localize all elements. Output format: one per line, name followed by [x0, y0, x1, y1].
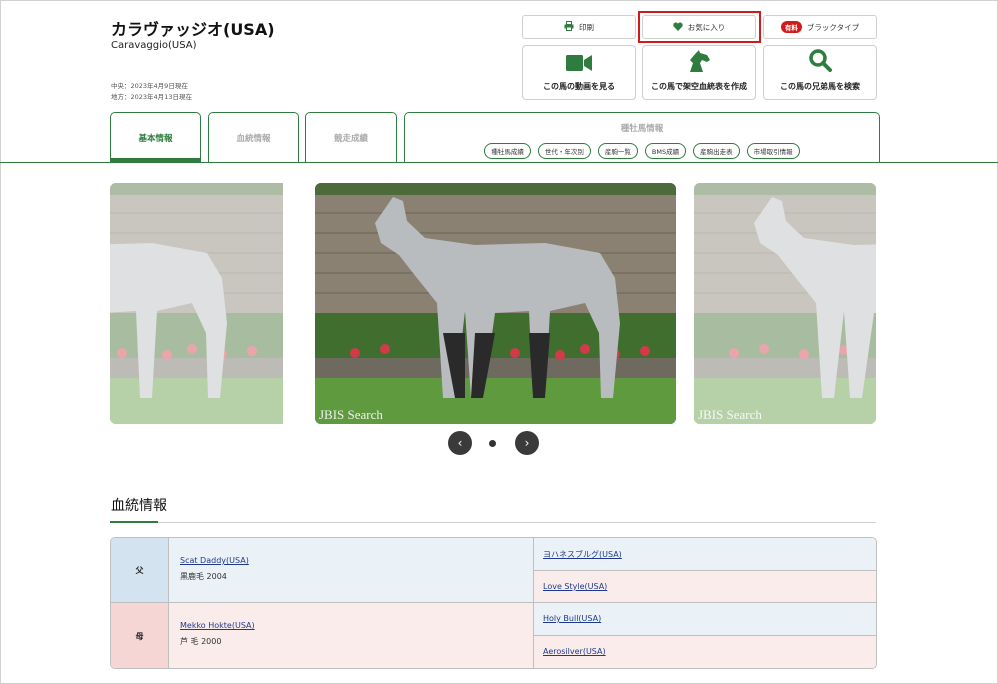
dam-role-cell: 母 [111, 603, 169, 668]
sire-role-label: 父 [135, 565, 144, 575]
stallion-link-generation[interactable]: 世代・年次別 [537, 143, 591, 159]
printer-icon [564, 21, 574, 33]
granddam-paternal-cell: Love Style(USA) [534, 571, 876, 603]
tab-race-results[interactable]: 競走成績 [305, 112, 397, 163]
grandsire-maternal-link[interactable]: Holy Bull(USA) [543, 614, 601, 623]
date-central: 中央：2023年4月9日現在 [111, 82, 188, 90]
dam-info: 芦 毛 2000 [180, 637, 222, 646]
video-label: この馬の動画を見る [543, 82, 615, 91]
horse-photo-prev[interactable] [110, 183, 298, 424]
blacktype-label: ブラックタイプ [806, 22, 860, 32]
siblings-label: この馬の兄弟馬を検索 [780, 82, 860, 91]
dam-role-label: 母 [135, 632, 144, 641]
grandsire-paternal-link[interactable]: ヨハネスブルグ(USA) [543, 550, 622, 559]
gallery-prev-button[interactable]: ‹ [448, 431, 472, 455]
stallion-link-market[interactable]: 市場取引情報 [746, 143, 800, 159]
horse-photo-next[interactable]: JBIS Search [694, 183, 876, 424]
horse-name-en: Caravaggio(USA) [111, 40, 197, 51]
blacktype-button[interactable]: 有料 ブラックタイプ [763, 15, 877, 39]
tab-bloodline-info[interactable]: 血統情報 [208, 112, 299, 163]
sire-info: 黒鹿毛 2004 [180, 572, 227, 581]
section-rule-accent [110, 521, 158, 523]
section-rule [110, 522, 876, 523]
favorite-highlight-box [638, 11, 761, 43]
stallion-link-offspring[interactable]: 産駒一覧 [597, 143, 638, 159]
gallery-dot[interactable] [489, 440, 496, 447]
tab-stallion-info[interactable]: 種牡馬情報 種牡馬成績 世代・年次別 産駒一覧 BMS成績 産駒出走表 市場取引… [404, 112, 880, 163]
horse-head-icon [687, 50, 711, 74]
search-icon [808, 48, 832, 74]
video-camera-icon [566, 54, 592, 74]
granddam-paternal-link[interactable]: Love Style(USA) [543, 582, 607, 591]
dam-link[interactable]: Mekko Hokte(USA) [180, 621, 533, 630]
sire-cell: Scat Daddy(USA) 黒鹿毛 2004 [169, 538, 534, 603]
grandsire-paternal-cell: ヨハネスブルグ(USA) [534, 538, 876, 571]
stallion-link-entries[interactable]: 産駒出走表 [693, 143, 740, 159]
dam-cell: Mekko Hokte(USA) 芦 毛 2000 [169, 603, 534, 668]
tab-baseline [0, 162, 998, 163]
tab-stallion-label: 種牡馬情報 [620, 124, 664, 134]
sire-role-cell: 父 [111, 538, 169, 603]
horse-name: カラヴァッジオ(USA) [111, 20, 275, 39]
pedigree-section-title: 血統情報 [111, 498, 167, 514]
photo-watermark-next: JBIS Search [698, 407, 762, 422]
granddam-maternal-cell: Aerosilver(USA) [534, 636, 876, 668]
tab-race-label: 競走成績 [333, 134, 368, 144]
siblings-search-button[interactable]: この馬の兄弟馬を検索 [763, 45, 877, 100]
stallion-link-bms[interactable]: BMS成績 [644, 143, 687, 159]
chevron-right-icon: › [524, 436, 530, 450]
video-button[interactable]: この馬の動画を見る [522, 45, 636, 100]
print-button[interactable]: 印刷 [522, 15, 636, 39]
tab-basic-info[interactable]: 基本情報 [110, 112, 201, 163]
sire-link[interactable]: Scat Daddy(USA) [180, 556, 533, 565]
print-label: 印刷 [579, 22, 594, 32]
stallion-links: 種牡馬成績 世代・年次別 産駒一覧 BMS成績 産駒出走表 市場取引情報 [484, 143, 800, 159]
grandsire-maternal-cell: Holy Bull(USA) [534, 603, 876, 636]
virtual-pedigree-button[interactable]: この馬で架空血統表を作成 [642, 45, 756, 100]
pedigree-table: 父 Scat Daddy(USA) 黒鹿毛 2004 母 Mekko Hokte… [110, 537, 877, 669]
virtual-pedigree-label: この馬で架空血統表を作成 [651, 82, 747, 91]
granddam-maternal-link[interactable]: Aerosilver(USA) [543, 647, 606, 656]
horse-photo-main[interactable]: JBIS Search [315, 183, 676, 424]
photo-watermark: JBIS Search [319, 407, 383, 422]
tab-bloodline-label: 血統情報 [236, 134, 271, 144]
paid-badge: 有料 [780, 21, 802, 33]
stallion-link-results[interactable]: 種牡馬成績 [484, 143, 531, 159]
tab-basic-info-label: 基本情報 [138, 134, 173, 144]
chevron-left-icon: ‹ [457, 436, 463, 450]
date-local: 地方：2023年4月13日現在 [111, 93, 192, 101]
gallery-next-button[interactable]: › [515, 431, 539, 455]
